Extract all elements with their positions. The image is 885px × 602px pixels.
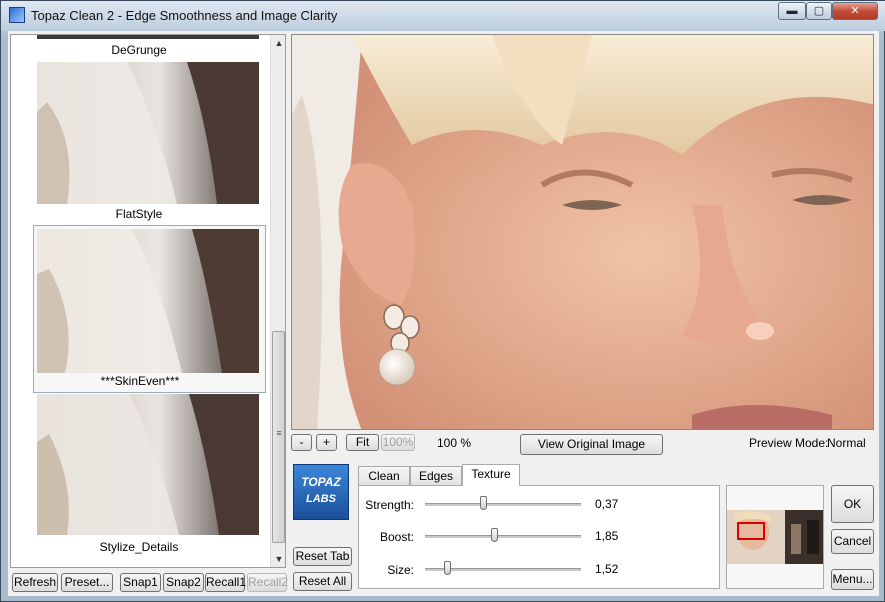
zoom-in-button[interactable]: + (316, 434, 337, 451)
strength-slider-handle[interactable] (479, 496, 487, 510)
preset-item-stylize-details[interactable]: Stylize_Details (11, 391, 269, 561)
menu-button[interactable]: Menu... (831, 569, 874, 590)
snap1-button[interactable]: Snap1 (120, 573, 161, 592)
preview-mode-label: Preview Mode: (749, 436, 829, 450)
logo-line1: TOPAZ (301, 475, 341, 489)
scroll-down-arrow-icon[interactable]: ▼ (271, 551, 285, 567)
strength-label: Strength: (365, 498, 414, 512)
thumbnail-image (37, 62, 259, 204)
title-bar[interactable]: Topaz Clean 2 - Edge Smoothness and Imag… (1, 1, 885, 31)
grip-icon: ≡ (276, 428, 282, 438)
recall2-button: Recall2 (247, 573, 288, 592)
preset-label: ***SkinEven*** (100, 374, 180, 388)
app-window: Topaz Clean 2 - Edge Smoothness and Imag… (0, 0, 885, 602)
recall1-button[interactable]: Recall1 (205, 573, 246, 592)
app-icon (9, 7, 25, 23)
navigator-panel[interactable] (726, 485, 824, 589)
snap2-button[interactable]: Snap2 (163, 573, 204, 592)
preset-item-skineven[interactable]: ***SkinEven*** (33, 225, 266, 393)
preset-label: Stylize_Details (99, 540, 179, 554)
boost-value[interactable]: 1,85 (589, 526, 627, 546)
ok-button[interactable]: OK (831, 485, 874, 523)
preset-label: DeGrunge (111, 43, 167, 57)
preview-image[interactable] (291, 34, 874, 430)
tab-texture[interactable]: Texture (462, 464, 520, 486)
reset-all-button[interactable]: Reset All (293, 572, 352, 591)
logo-line2: LABS (306, 493, 336, 505)
preset-button[interactable]: Preset... (61, 573, 113, 592)
thumbnail-image (37, 394, 259, 535)
scroll-thumb[interactable]: ≡ (272, 331, 285, 543)
preset-thumbnail-list[interactable]: DeGrunge FlatStyle ***SkinEven*** Styliz… (10, 34, 286, 568)
window-title: Topaz Clean 2 - Edge Smoothness and Imag… (31, 8, 338, 23)
size-slider-handle[interactable] (443, 561, 451, 575)
tab-clean[interactable]: Clean (358, 466, 410, 485)
preset-item-flatstyle[interactable]: FlatStyle (11, 59, 269, 225)
view-original-image-button[interactable]: View Original Image (520, 434, 663, 455)
preset-item-degrunge[interactable]: DeGrunge (11, 35, 269, 59)
thumbnail-image (37, 35, 259, 39)
tab-edges[interactable]: Edges (410, 466, 462, 485)
minimize-button[interactable]: ▬ (778, 2, 806, 20)
preview-mode-value: Normal (827, 436, 866, 450)
zoom-level: 100 % (437, 436, 472, 450)
maximize-button[interactable]: ▢ (806, 2, 832, 20)
refresh-button[interactable]: Refresh (12, 573, 58, 592)
zoom-100-button: 100% (381, 434, 415, 451)
boost-slider[interactable] (425, 535, 581, 538)
strength-value[interactable]: 0,37 (589, 494, 627, 514)
scroll-up-arrow-icon[interactable]: ▲ (271, 35, 285, 51)
reset-tab-button[interactable]: Reset Tab (293, 547, 352, 566)
boost-label: Boost: (379, 530, 414, 544)
strength-slider[interactable] (425, 503, 581, 506)
navigator-view-box[interactable] (737, 522, 765, 540)
size-value[interactable]: 1,52 (589, 559, 627, 579)
thumbnail-scrollbar[interactable]: ▲ ≡ ▼ (270, 35, 285, 567)
close-button[interactable]: ✕ (832, 2, 878, 20)
zoom-fit-button[interactable]: Fit (346, 434, 379, 451)
topaz-labs-logo: TOPAZ LABS (293, 464, 349, 520)
zoom-out-button[interactable]: - (291, 434, 312, 451)
client-area: DeGrunge FlatStyle ***SkinEven*** Styliz… (8, 31, 879, 596)
texture-tab-panel: Strength: 0,37 Boost: 1,85 Size: 1,52 (358, 485, 720, 589)
thumbnail-image (37, 229, 259, 373)
preset-label: FlatStyle (115, 207, 163, 221)
cancel-button[interactable]: Cancel (831, 529, 874, 554)
boost-slider-handle[interactable] (490, 528, 498, 542)
size-label: Size: (387, 563, 414, 577)
